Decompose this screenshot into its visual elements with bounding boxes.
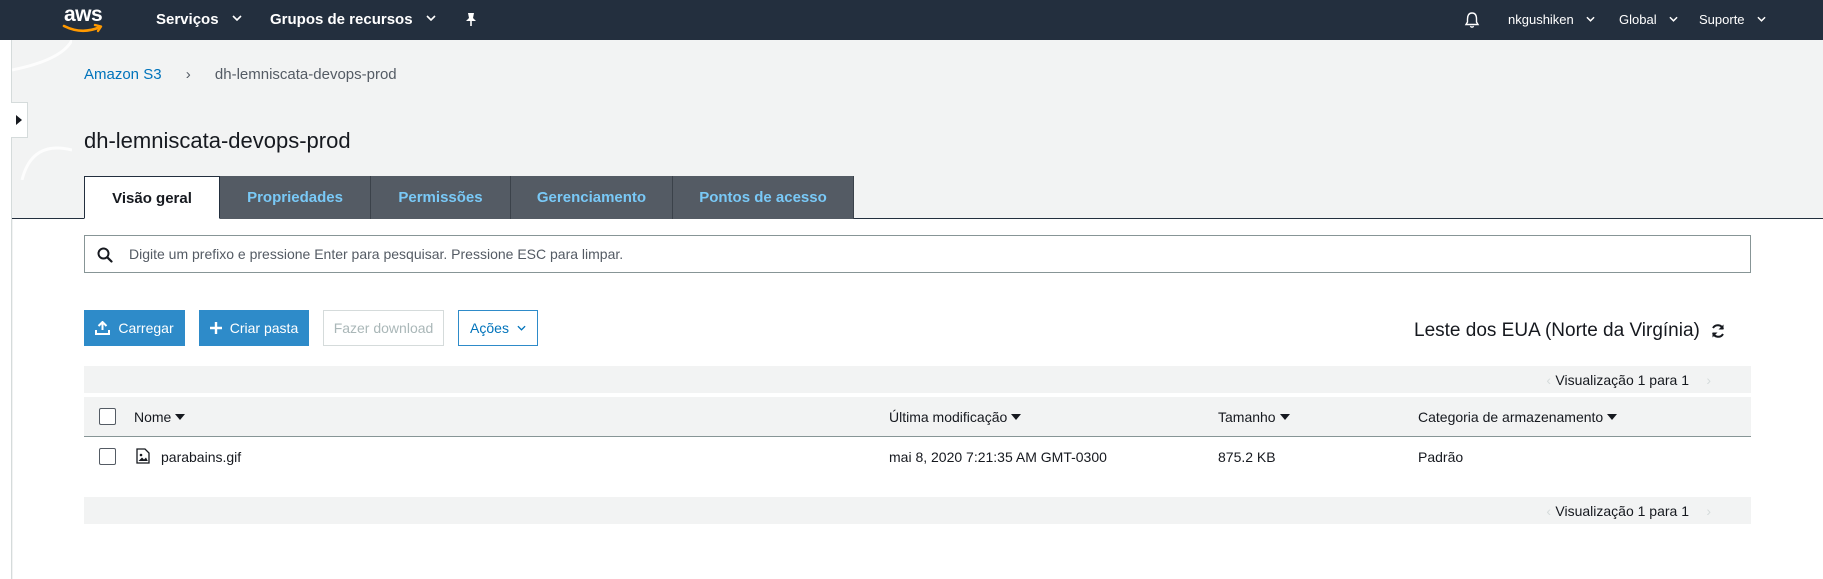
file-name-link[interactable]: parabains.gif: [161, 449, 241, 465]
actions-dropdown-button[interactable]: Ações: [458, 310, 538, 346]
upload-icon: [95, 321, 111, 335]
tab-properties[interactable]: Propriedades: [220, 176, 371, 219]
sort-caret-icon: [1279, 414, 1290, 421]
breadcrumb-separator: ›: [185, 66, 191, 83]
search-input[interactable]: [129, 236, 1729, 272]
services-menu[interactable]: Serviços: [156, 0, 242, 40]
refresh-icon[interactable]: [1710, 323, 1726, 339]
tab-management[interactable]: Gerenciamento: [511, 176, 673, 219]
region-menu[interactable]: Global: [1619, 0, 1678, 40]
chevron-down-icon: [517, 325, 526, 331]
resource-groups-label: Grupos de recursos: [270, 11, 413, 28]
column-header-name[interactable]: Nome: [134, 409, 186, 425]
file-last-modified: mai 8, 2020 7:21:35 AM GMT-0300: [889, 449, 1107, 465]
column-header-label: Última modificação: [889, 409, 1008, 425]
top-navigation-bar: aws Serviços Grupos de recursos nkgushik…: [0, 0, 1823, 40]
sort-caret-icon: [175, 414, 186, 421]
file-storage-class: Padrão: [1418, 449, 1464, 465]
table-row[interactable]: parabains.gif mai 8, 2020 7:21:35 AM GMT…: [84, 437, 1751, 477]
pager-bottom: ‹ Visualização 1 para 1 ›: [84, 497, 1751, 524]
page-title: dh-lemniscata-devops-prod: [84, 128, 351, 153]
create-folder-label: Criar pasta: [229, 320, 299, 336]
sort-caret-icon: [1011, 414, 1022, 421]
support-label: Suporte: [1699, 12, 1745, 27]
pager-next-icon[interactable]: ›: [1706, 372, 1711, 388]
breadcrumb-link-amazon-s3[interactable]: Amazon S3: [84, 66, 162, 83]
column-header-last-modified[interactable]: Última modificação: [889, 409, 1022, 425]
upload-button[interactable]: Carregar: [84, 310, 185, 346]
pin-icon[interactable]: [464, 12, 478, 27]
chevron-down-icon: [1757, 16, 1766, 22]
chevron-down-icon: [232, 15, 242, 22]
chevron-down-icon: [1669, 16, 1678, 22]
pager-prev-icon[interactable]: ‹: [1546, 372, 1551, 388]
aws-logo[interactable]: aws: [62, 3, 108, 37]
tab-access-points[interactable]: Pontos de acesso: [673, 176, 854, 219]
pager-text: Visualização 1 para 1: [1555, 372, 1689, 388]
chevron-down-icon: [1586, 16, 1596, 22]
column-header-storage-class[interactable]: Categoria de armazenamento: [1418, 409, 1618, 425]
aws-logo-text: aws: [64, 3, 103, 26]
column-header-label: Nome: [134, 409, 172, 425]
chevron-down-icon: [426, 15, 436, 22]
aws-smile-icon: [62, 23, 103, 33]
side-panel-toggle[interactable]: [11, 102, 28, 138]
tab-overview[interactable]: Visão geral: [84, 176, 220, 219]
pager-text: Visualização 1 para 1: [1555, 503, 1689, 519]
resource-groups-menu[interactable]: Grupos de recursos: [270, 0, 436, 40]
pager-top: ‹ Visualização 1 para 1 ›: [84, 366, 1751, 393]
select-all-checkbox[interactable]: [99, 408, 116, 425]
file-size: 875.2 KB: [1218, 449, 1276, 465]
pager-prev-icon[interactable]: ‹: [1546, 503, 1551, 519]
region-menu-label: Global: [1619, 12, 1657, 27]
breadcrumb: Amazon S3 › dh-lemniscata-devops-prod: [84, 66, 397, 83]
user-label: nkgushiken: [1508, 12, 1574, 27]
table-header: Nome Última modificação Tamanho Categori…: [84, 397, 1751, 437]
caret-right-icon: [16, 115, 22, 125]
bell-icon[interactable]: [1464, 11, 1480, 29]
upload-label: Carregar: [118, 320, 174, 336]
plus-icon: [209, 322, 222, 334]
column-header-label: Categoria de armazenamento: [1418, 409, 1604, 425]
user-menu[interactable]: nkgushiken: [1508, 0, 1596, 40]
image-file-icon: [136, 448, 150, 464]
support-menu[interactable]: Suporte: [1699, 0, 1766, 40]
search-box: [84, 235, 1751, 273]
create-folder-button[interactable]: Criar pasta: [199, 310, 309, 346]
column-header-label: Tamanho: [1218, 409, 1276, 425]
services-label: Serviços: [156, 11, 219, 28]
breadcrumb-current: dh-lemniscata-devops-prod: [214, 66, 397, 83]
column-header-size[interactable]: Tamanho: [1218, 409, 1290, 425]
tab-permissions[interactable]: Permissões: [371, 176, 511, 219]
search-icon: [97, 247, 113, 263]
actions-label: Ações: [470, 320, 509, 336]
pager-next-icon[interactable]: ›: [1706, 503, 1711, 519]
sort-caret-icon: [1607, 414, 1618, 421]
download-button[interactable]: Fazer download: [323, 310, 444, 346]
bucket-region-label: Leste dos EUA (Norte da Virgínia): [1414, 320, 1700, 341]
row-checkbox[interactable]: [99, 448, 116, 465]
